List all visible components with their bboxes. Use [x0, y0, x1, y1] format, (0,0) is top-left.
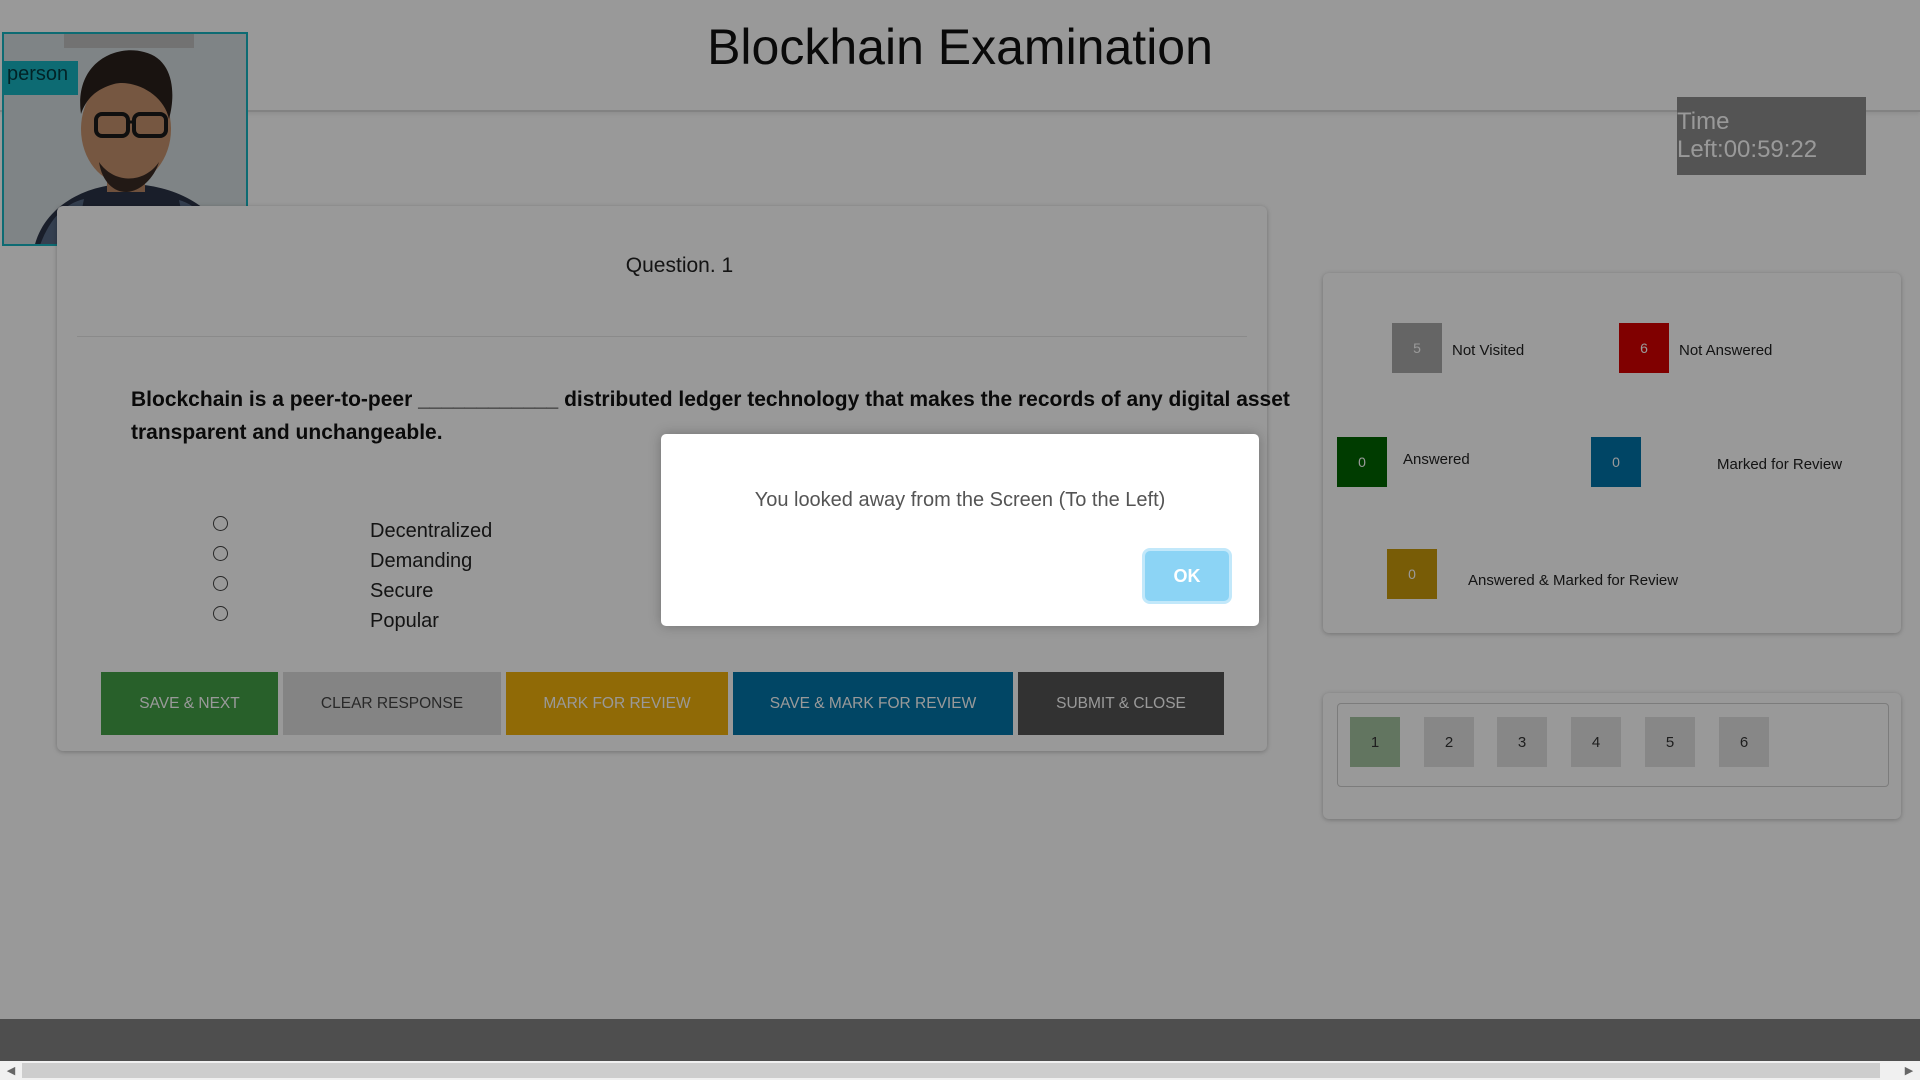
dialog-message: You looked away from the Screen (To the …: [754, 489, 1166, 511]
scroll-left-icon[interactable]: ◀: [2, 1061, 20, 1080]
exam-page: Blockhain Examination Time Left:00:59:22…: [0, 0, 1920, 1080]
scroll-right-icon[interactable]: ▶: [1900, 1061, 1918, 1080]
warning-dialog: You looked away from the Screen (To the …: [661, 434, 1259, 626]
scrollbar-thumb[interactable]: [22, 1063, 1880, 1078]
ok-button[interactable]: OK: [1145, 551, 1229, 601]
